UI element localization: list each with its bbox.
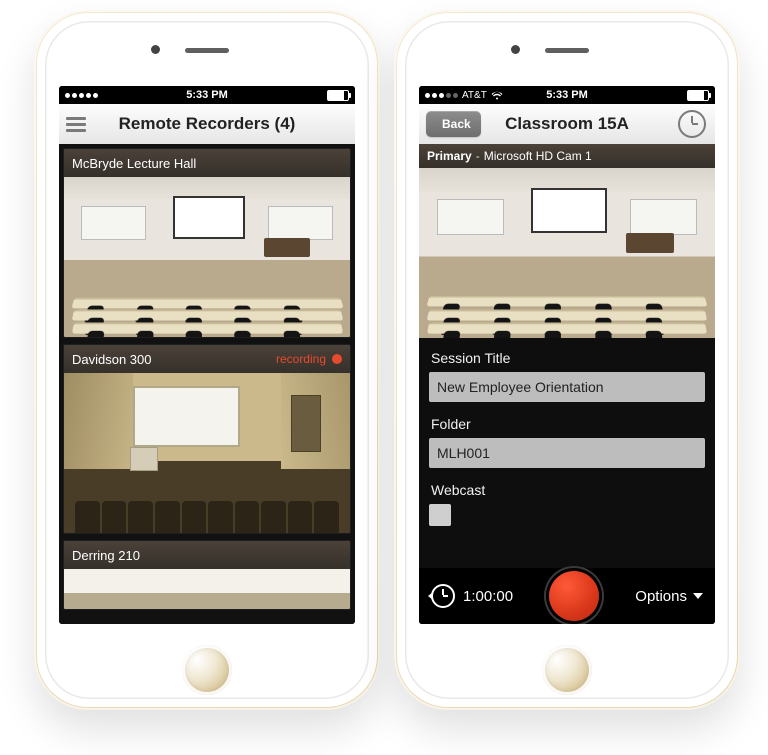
recorder-list[interactable]: McBryde Lecture Hall bbox=[59, 144, 355, 624]
back-button[interactable]: Back bbox=[426, 111, 481, 137]
battery-icon bbox=[687, 90, 709, 101]
recorder-row[interactable]: Derring 210 bbox=[63, 540, 351, 610]
wifi-icon bbox=[491, 91, 503, 100]
carrier-label: AT&T bbox=[462, 90, 487, 101]
navbar: Back Classroom 15A bbox=[419, 104, 715, 145]
session-title-label: Session Title bbox=[431, 350, 705, 366]
hamburger-icon[interactable] bbox=[66, 117, 86, 132]
recorder-row[interactable]: Davidson 300 recording bbox=[63, 344, 351, 534]
source-tag: Primary bbox=[427, 149, 472, 163]
back-label: Back bbox=[442, 117, 471, 131]
duration-picker[interactable]: 1:00:00 bbox=[431, 584, 513, 608]
session-form: Session Title Folder Webcast bbox=[419, 338, 715, 568]
front-camera bbox=[511, 45, 520, 54]
recorder-name: McBryde Lecture Hall bbox=[72, 156, 196, 171]
options-label: Options bbox=[635, 588, 687, 605]
schedule-icon[interactable] bbox=[678, 110, 706, 138]
video-source-header: Primary - Microsoft HD Cam 1 bbox=[419, 144, 715, 168]
video-preview bbox=[419, 168, 715, 338]
bottom-bar: 1:00:00 Options bbox=[419, 568, 715, 624]
recording-indicator: recording bbox=[276, 352, 342, 366]
folder-input[interactable] bbox=[429, 438, 705, 468]
home-button[interactable] bbox=[542, 645, 592, 695]
recorder-name: Derring 210 bbox=[72, 548, 140, 563]
status-bar: AT&T 5:33 PM bbox=[419, 86, 715, 104]
recorder-row[interactable]: McBryde Lecture Hall bbox=[63, 148, 351, 338]
folder-label: Folder bbox=[431, 416, 705, 432]
source-name: Microsoft HD Cam 1 bbox=[484, 149, 592, 163]
webcast-label: Webcast bbox=[431, 482, 705, 498]
duration-value: 1:00:00 bbox=[463, 588, 513, 605]
status-time: 5:33 PM bbox=[186, 89, 228, 101]
recorder-thumbnail bbox=[64, 569, 350, 609]
history-icon bbox=[431, 584, 455, 608]
record-button[interactable] bbox=[549, 571, 599, 621]
front-camera bbox=[151, 45, 160, 54]
status-bar: 5:33 PM bbox=[59, 86, 355, 104]
session-title-input[interactable] bbox=[429, 372, 705, 402]
earpiece bbox=[185, 48, 229, 53]
home-button[interactable] bbox=[182, 645, 232, 695]
page-title: Classroom 15A bbox=[505, 114, 629, 134]
battery-icon bbox=[327, 90, 349, 101]
chevron-down-icon bbox=[693, 593, 703, 599]
recorder-thumbnail bbox=[64, 177, 350, 337]
recording-dot-icon bbox=[332, 354, 342, 364]
status-time: 5:33 PM bbox=[546, 89, 588, 101]
recorder-name: Davidson 300 bbox=[72, 352, 152, 367]
signal-icon bbox=[425, 93, 458, 98]
webcast-checkbox[interactable] bbox=[429, 504, 451, 526]
earpiece bbox=[545, 48, 589, 53]
options-menu[interactable]: Options bbox=[635, 588, 703, 605]
recorder-thumbnail bbox=[64, 373, 350, 533]
dash: - bbox=[476, 149, 480, 163]
signal-icon bbox=[65, 93, 98, 98]
navbar: Remote Recorders (4) bbox=[59, 104, 355, 145]
recording-label: recording bbox=[276, 352, 326, 366]
page-title: Remote Recorders (4) bbox=[119, 114, 296, 134]
